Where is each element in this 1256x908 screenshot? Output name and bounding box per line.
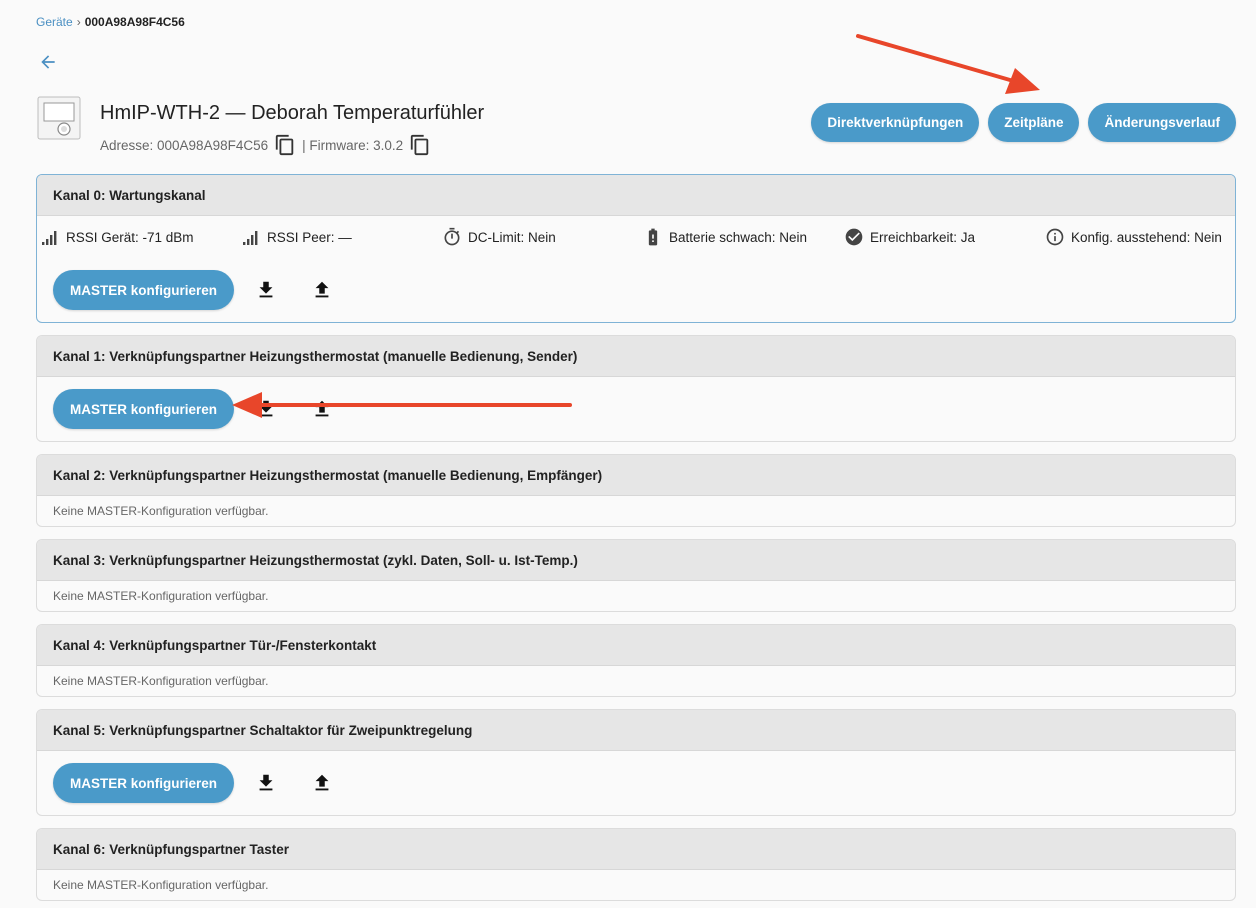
device-header: HmIP-WTH-2 — Deborah Temperaturfühler Ad…: [36, 93, 1236, 157]
channel-card-2: Kanal 2: Verknüpfungspartner Heizungsthe…: [36, 454, 1236, 527]
back-button[interactable]: [36, 50, 60, 74]
copy-icon: [411, 134, 429, 156]
download-button[interactable]: [250, 393, 282, 425]
dc-limit-status: DC-Limit: Nein: [442, 227, 643, 247]
upload-button[interactable]: [306, 274, 338, 306]
channel-card-3: Kanal 3: Verknüpfungspartner Heizungsthe…: [36, 539, 1236, 612]
channel-card-6: Kanal 6: Verknüpfungspartner Taster Kein…: [36, 828, 1236, 901]
channel-actions: MASTER konfigurieren: [37, 751, 1235, 815]
rssi-device-label: RSSI Gerät: -71 dBm: [66, 229, 194, 245]
channel-card-4: Kanal 4: Verknüpfungspartner Tür-/Fenste…: [36, 624, 1236, 697]
config-pending-label: Konfig. ausstehend: Nein: [1071, 229, 1222, 245]
battery-icon: [643, 227, 663, 247]
download-button[interactable]: [250, 274, 282, 306]
check-circle-icon: [844, 227, 864, 247]
download-icon: [259, 400, 273, 417]
download-button[interactable]: [250, 767, 282, 799]
channel-actions: MASTER konfigurieren: [37, 377, 1235, 441]
breadcrumb-devices-link[interactable]: Geräte: [36, 15, 73, 29]
channel-title: Kanal 6: Verknüpfungspartner Taster: [37, 829, 1235, 870]
rssi-peer-status: RSSI Peer: —: [241, 227, 442, 247]
channel-title: Kanal 3: Verknüpfungspartner Heizungsthe…: [37, 540, 1235, 581]
upload-icon: [315, 400, 329, 417]
upload-button[interactable]: [306, 393, 338, 425]
channel-card-0: Kanal 0: Wartungskanal RSSI Gerät: -71 d…: [36, 174, 1236, 323]
info-icon: [1045, 227, 1065, 247]
channel-title: Kanal 1: Verknüpfungspartner Heizungsthe…: [37, 336, 1235, 377]
empty-config-text: Keine MASTER-Konfiguration verfügbar.: [53, 878, 269, 892]
copy-firmware-button[interactable]: [409, 133, 431, 157]
dc-limit-label: DC-Limit: Nein: [468, 229, 556, 245]
history-button[interactable]: Änderungsverlauf: [1088, 103, 1236, 142]
channel-card-1: Kanal 1: Verknüpfungspartner Heizungsthe…: [36, 335, 1236, 442]
direct-links-button[interactable]: Direktverknüpfungen: [811, 103, 980, 142]
battery-status: Batterie schwach: Nein: [643, 227, 844, 247]
channel-title: Kanal 5: Verknüpfungspartner Schaltaktor…: [37, 710, 1235, 751]
rssi-peer-label: RSSI Peer: —: [267, 229, 352, 245]
device-address: Adresse: 000A98A98F4C56: [100, 137, 269, 153]
config-pending-status: Konfig. ausstehend: Nein: [1045, 227, 1222, 247]
breadcrumb-separator: ›: [76, 15, 81, 29]
empty-config-text: Keine MASTER-Konfiguration verfügbar.: [53, 589, 269, 603]
status-row: RSSI Gerät: -71 dBm RSSI Peer: — DC-Limi…: [37, 216, 1235, 258]
breadcrumb: Geräte › 000A98A98F4C56: [36, 15, 185, 29]
header-actions: Direktverknüpfungen Zeitpläne Änderungsv…: [811, 103, 1236, 142]
back-arrow-icon: [41, 55, 55, 69]
rssi-device-status: RSSI Gerät: -71 dBm: [40, 227, 241, 247]
device-title: HmIP-WTH-2 — Deborah Temperaturfühler: [100, 102, 485, 124]
breadcrumb-current: 000A98A98F4C56: [84, 15, 185, 29]
channel-actions: MASTER konfigurieren: [37, 258, 1235, 322]
master-configure-button[interactable]: MASTER konfigurieren: [53, 763, 235, 803]
upload-icon: [315, 774, 329, 791]
schedules-button[interactable]: Zeitpläne: [988, 103, 1080, 142]
copy-icon: [275, 134, 294, 156]
channel-title: Kanal 2: Verknüpfungspartner Heizungsthe…: [37, 455, 1235, 496]
reachability-label: Erreichbarkeit: Ja: [870, 229, 976, 245]
signal-icon: [241, 227, 261, 247]
channel-card-5: Kanal 5: Verknüpfungspartner Schaltaktor…: [36, 709, 1236, 816]
signal-icon: [40, 227, 60, 247]
download-icon: [259, 774, 273, 791]
master-configure-button[interactable]: MASTER konfigurieren: [53, 270, 235, 310]
device-meta: Adresse: 000A98A98F4C56 | Firmware: 3.0.…: [100, 133, 433, 157]
empty-config-text: Keine MASTER-Konfiguration verfügbar.: [53, 504, 269, 518]
upload-icon: [315, 281, 329, 298]
copy-address-button[interactable]: [274, 133, 296, 157]
timer-icon: [442, 227, 462, 247]
device-firmware: | Firmware: 3.0.2: [302, 137, 404, 153]
device-image: [36, 95, 82, 141]
channel-title: Kanal 0: Wartungskanal: [37, 175, 1235, 216]
master-configure-button[interactable]: MASTER konfigurieren: [53, 389, 235, 429]
channel-list: Kanal 0: Wartungskanal RSSI Gerät: -71 d…: [36, 174, 1236, 908]
empty-config-text: Keine MASTER-Konfiguration verfügbar.: [53, 674, 269, 688]
download-icon: [259, 281, 273, 298]
upload-button[interactable]: [306, 767, 338, 799]
battery-label: Batterie schwach: Nein: [669, 229, 808, 245]
reachability-status: Erreichbarkeit: Ja: [844, 227, 1045, 247]
channel-title: Kanal 4: Verknüpfungspartner Tür-/Fenste…: [37, 625, 1235, 666]
